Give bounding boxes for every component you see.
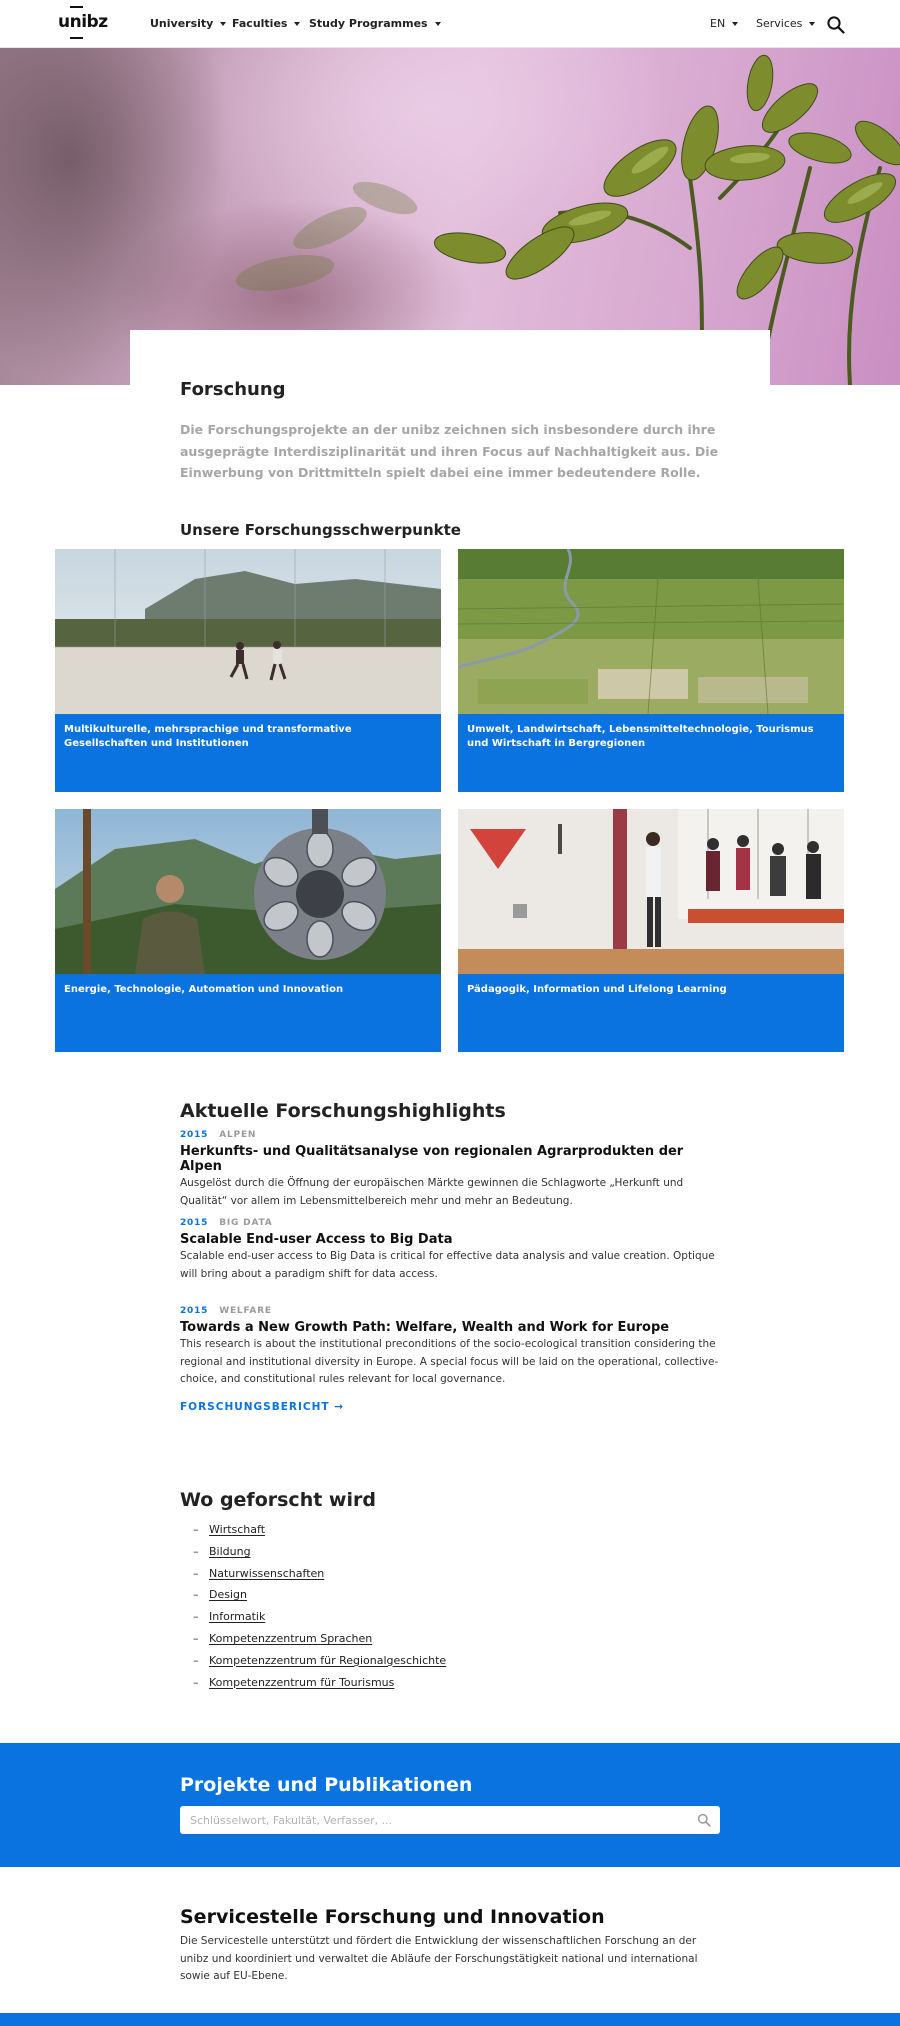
list-item: – Design (193, 1588, 247, 1602)
list-item: – Kompetenzzentrum für Regionalgeschichte (193, 1653, 447, 1667)
research-places-list: – Wirtschaft – Bildung – Naturwissenschafte… (193, 1519, 446, 1693)
language-selector[interactable]: EN (710, 17, 739, 30)
language-label: EN (710, 17, 726, 30)
focus-card-image (458, 549, 844, 714)
research-place-link[interactable]: Design (209, 1588, 247, 1601)
search-icon[interactable] (826, 15, 846, 35)
focus-card-societies[interactable]: Multikulturelle, mehrsprachige und trans… (55, 549, 441, 792)
list-item: – Kompetenzzentrum für Tourismus (193, 1675, 395, 1689)
chevron-down-icon (809, 21, 816, 26)
service-text: Die Servicestelle unterstützt und förder… (180, 1935, 698, 1982)
service-title: Servicestelle Forschung und Innovation (180, 1906, 605, 1928)
highlight-category: WELFARE (219, 1306, 272, 1316)
unibz-logo[interactable]: unibz (58, 6, 108, 40)
focus-card-image (55, 809, 441, 974)
research-place-link[interactable]: Bildung (209, 1545, 251, 1558)
highlights-title: Aktuelle Forschungshighlights (180, 1100, 506, 1122)
highlight-year: 2015 (180, 1306, 209, 1316)
list-item: – Wirtschaft (193, 1523, 266, 1536)
intro-text: Die Forschungsprojekte an der unibz zeic… (180, 422, 719, 480)
nav-university[interactable]: University (150, 17, 227, 30)
nav-faculties-label: Faculties (232, 17, 288, 30)
highlight-meta: 2015 WELFARE (180, 1306, 720, 1316)
chevron-down-icon (434, 21, 441, 26)
research-place-link[interactable]: Wirtschaft (209, 1523, 265, 1536)
highlight-headline[interactable]: Towards a New Growth Path: Welfare, Weal… (180, 1320, 720, 1335)
list-item: – Bildung (193, 1544, 251, 1558)
highlight-body: Scalable end-user access to Big Data is … (180, 1250, 715, 1280)
highlight-body: This research is about the institutional… (180, 1338, 719, 1385)
focus-section-title: Unsere Forschungsschwerpunkte (180, 521, 461, 539)
focus-card-image (55, 549, 441, 714)
site-header: unibz University Faculties Study Program… (0, 0, 900, 48)
focus-card-label: Multikulturelle, mehrsprachige und trans… (64, 724, 352, 749)
chevron-down-icon (732, 21, 739, 26)
research-place-link[interactable]: Kompetenzzentrum Sprachen (209, 1632, 372, 1645)
highlight-year: 2015 (180, 1130, 209, 1140)
services-label: Services (756, 17, 803, 30)
page-title: Forschung (180, 379, 286, 400)
list-item: – Kompetenzzentrum Sprachen (193, 1631, 373, 1645)
logo-text: unibz (58, 12, 108, 32)
focus-card-label: Umwelt, Landwirtschaft, Lebensmitteltech… (467, 724, 814, 749)
highlight-meta: 2015 ALPEN (180, 1130, 720, 1140)
focus-card-label: Energie, Technologie, Automation und Inn… (64, 984, 344, 995)
logo-bar-bottom (70, 37, 83, 39)
research-place-link[interactable]: Kompetenzzentrum für Regionalgeschichte (209, 1654, 446, 1667)
focus-card-label: Pädagogik, Information und Lifelong Lear… (467, 984, 727, 995)
highlight-item[interactable]: 2015 WELFARE Towards a New Growth Path: W… (180, 1306, 720, 1389)
focus-card-energy[interactable]: Energie, Technologie, Automation und Inn… (55, 809, 441, 1052)
projects-search-input[interactable] (180, 1806, 720, 1834)
search-icon[interactable] (697, 1813, 711, 1827)
list-item: – Naturwissenschaften (193, 1566, 325, 1580)
services-menu[interactable]: Services (756, 17, 816, 30)
research-place-link[interactable]: Naturwissenschaften (209, 1567, 324, 1580)
highlight-item[interactable]: 2015 BIG DATA Scalable End-user Access to… (180, 1218, 720, 1283)
research-place-link[interactable]: Informatik (209, 1610, 265, 1623)
highlight-meta: 2015 BIG DATA (180, 1218, 720, 1228)
projects-band (0, 1743, 900, 1867)
nav-study-programmes[interactable]: Study Programmes (309, 17, 441, 30)
nav-faculties[interactable]: Faculties (232, 17, 301, 30)
focus-card-education[interactable]: Pädagogik, Information und Lifelong Lear… (458, 809, 844, 1052)
projects-title: Projekte und Publikationen (180, 1774, 473, 1796)
highlight-item[interactable]: 2015 ALPEN Herkunfts- und Qualitätsanalys… (180, 1130, 720, 1210)
highlight-headline[interactable]: Herkunfts- und Qualitätsanalyse von regi… (180, 1144, 720, 1174)
research-places-title: Wo geforscht wird (180, 1489, 376, 1511)
focus-card-mountain-regions[interactable]: Umwelt, Landwirtschaft, Lebensmitteltech… (458, 549, 844, 792)
highlight-body: Ausgelöst durch die Öffnung der europäis… (180, 1177, 684, 1207)
research-report-link[interactable]: FORSCHUNGSBERICHT → (180, 1401, 344, 1413)
chevron-down-icon (220, 21, 227, 26)
highlight-year: 2015 (180, 1218, 209, 1228)
focus-card-image (458, 809, 844, 974)
logo-bar-top (70, 6, 83, 8)
highlight-headline[interactable]: Scalable End-user Access to Big Data (180, 1232, 720, 1247)
chevron-down-icon (294, 21, 301, 26)
list-item: – Informatik (193, 1610, 266, 1624)
nav-university-label: University (150, 17, 214, 30)
footer-band (0, 2013, 900, 2026)
nav-study-programmes-label: Study Programmes (309, 17, 428, 30)
highlight-category: BIG DATA (219, 1218, 273, 1228)
highlight-category: ALPEN (219, 1130, 257, 1140)
research-place-link[interactable]: Kompetenzzentrum für Tourismus (209, 1676, 394, 1689)
